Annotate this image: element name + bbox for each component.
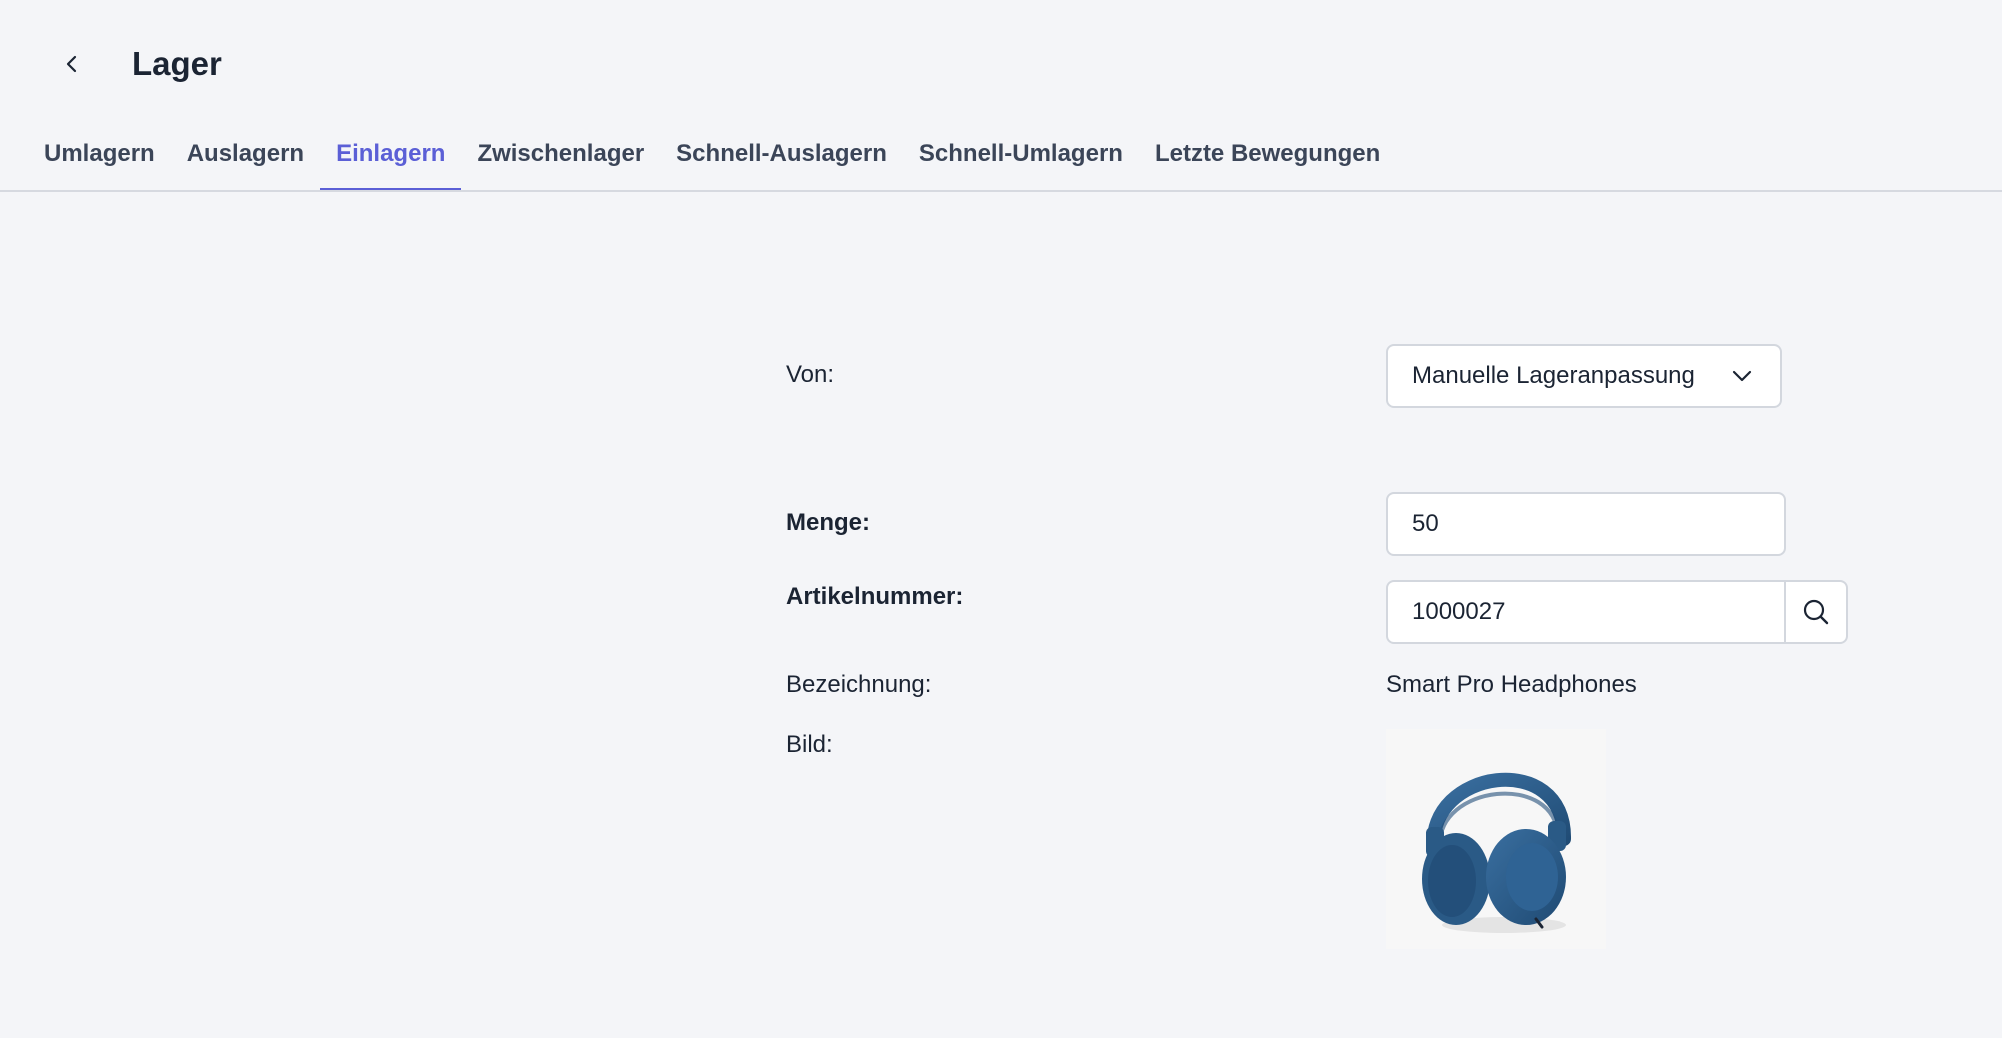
tab-bar: Umlagern Auslagern Einlagern Zwischenlag…	[28, 128, 1396, 192]
article-number-label: Artikelnummer:	[786, 583, 964, 610]
search-icon	[1803, 599, 1829, 625]
article-search-button[interactable]	[1784, 580, 1848, 644]
quantity-label: Menge:	[786, 509, 870, 536]
quantity-input[interactable]	[1386, 492, 1786, 556]
from-select[interactable]: Manuelle Lageranpassung	[1386, 344, 1782, 408]
description-value: Smart Pro Headphones	[1386, 671, 1637, 698]
product-image	[1386, 729, 1606, 949]
chevron-down-icon	[1732, 370, 1752, 382]
back-button[interactable]	[52, 44, 92, 84]
tab-zwischenlager[interactable]: Zwischenlager	[461, 128, 660, 192]
page-header: Lager	[0, 0, 2002, 130]
tab-einlagern[interactable]: Einlagern	[320, 128, 462, 192]
tabs-divider	[0, 190, 2002, 192]
article-number-input[interactable]	[1386, 580, 1786, 644]
from-select-value: Manuelle Lageranpassung	[1412, 362, 1695, 389]
page-title: Lager	[132, 45, 222, 82]
chevron-left-icon	[66, 55, 77, 73]
image-label: Bild:	[786, 731, 833, 758]
tab-umlagern[interactable]: Umlagern	[28, 128, 171, 192]
tab-schnell-umlagern[interactable]: Schnell-Umlagern	[903, 128, 1139, 192]
headphones-icon	[1422, 772, 1572, 933]
tab-schnell-auslagern[interactable]: Schnell-Auslagern	[660, 128, 903, 192]
from-label: Von:	[786, 361, 835, 388]
description-label: Bezeichnung:	[786, 671, 932, 698]
tab-auslagern[interactable]: Auslagern	[171, 128, 320, 192]
tab-letzte-bewegungen[interactable]: Letzte Bewegungen	[1139, 128, 1396, 192]
